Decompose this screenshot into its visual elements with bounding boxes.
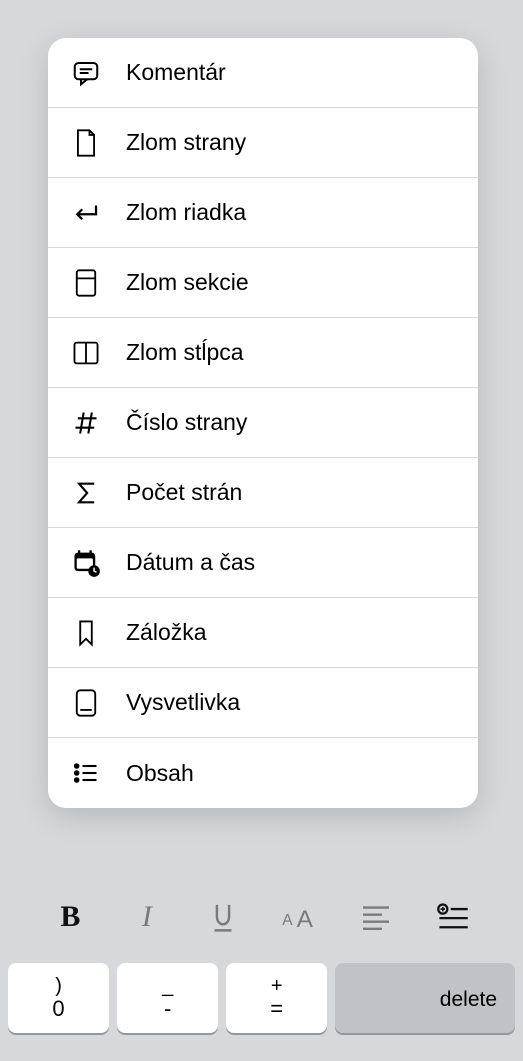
menu-item-toc[interactable]: Obsah	[48, 738, 478, 808]
menu-item-line-break[interactable]: Zlom riadka	[48, 178, 478, 248]
menu-item-label: Záložka	[126, 619, 207, 646]
section-break-icon	[68, 265, 104, 301]
menu-item-label: Dátum a čas	[126, 549, 255, 576]
menu-item-label: Komentár	[126, 59, 226, 86]
calendar-clock-icon	[68, 545, 104, 581]
menu-item-label: Zlom strany	[126, 129, 246, 156]
menu-item-page-count[interactable]: Počet strán	[48, 458, 478, 528]
list-icon	[68, 755, 104, 791]
menu-item-section-break[interactable]: Zlom sekcie	[48, 248, 478, 318]
menu-item-footnote[interactable]: Vysvetlivka	[48, 668, 478, 738]
format-toolbar: B I A A	[0, 881, 523, 953]
italic-button[interactable]: I	[123, 893, 171, 941]
menu-item-comment[interactable]: Komentár	[48, 38, 478, 108]
keyboard-row: ) 0 _ - + = delete	[0, 953, 523, 1061]
underline-button[interactable]	[199, 893, 247, 941]
key-bottom-label: =	[270, 997, 283, 1021]
svg-text:A: A	[296, 906, 313, 932]
key-0[interactable]: ) 0	[8, 963, 109, 1033]
menu-item-page-break[interactable]: Zlom strany	[48, 108, 478, 178]
key-minus[interactable]: _ -	[117, 963, 218, 1033]
column-break-icon	[68, 335, 104, 371]
key-equals[interactable]: + =	[226, 963, 327, 1033]
menu-item-bookmark[interactable]: Záložka	[48, 598, 478, 668]
key-top-label: )	[55, 975, 62, 997]
menu-item-label: Zlom stĺpca	[126, 339, 244, 366]
key-bottom-label: 0	[52, 997, 64, 1021]
menu-item-column-break[interactable]: Zlom stĺpca	[48, 318, 478, 388]
menu-item-page-number[interactable]: Číslo strany	[48, 388, 478, 458]
comment-icon	[68, 55, 104, 91]
footnote-icon	[68, 685, 104, 721]
align-button[interactable]	[352, 893, 400, 941]
menu-item-label: Počet strán	[126, 479, 242, 506]
bold-button[interactable]: B	[46, 893, 94, 941]
menu-item-label: Zlom riadka	[126, 199, 246, 226]
key-top-label: _	[162, 975, 173, 997]
menu-item-label: Obsah	[126, 760, 194, 787]
key-top-label: +	[271, 975, 283, 997]
menu-item-label: Zlom sekcie	[126, 269, 249, 296]
font-button[interactable]: A A	[276, 893, 324, 941]
key-label: delete	[440, 988, 497, 1011]
insert-menu-popover: Komentár Zlom strany Zlom riadka Zlom se…	[48, 38, 478, 808]
hash-icon	[68, 405, 104, 441]
insert-button[interactable]	[429, 893, 477, 941]
bookmark-icon	[68, 615, 104, 651]
sigma-icon	[68, 475, 104, 511]
svg-text:A: A	[282, 912, 293, 929]
key-delete[interactable]: delete	[335, 963, 515, 1033]
line-break-icon	[68, 195, 104, 231]
menu-item-label: Vysvetlivka	[126, 689, 240, 716]
key-bottom-label: -	[164, 997, 171, 1021]
menu-item-date-time[interactable]: Dátum a čas	[48, 528, 478, 598]
page-break-icon	[68, 125, 104, 161]
menu-item-label: Číslo strany	[126, 409, 247, 436]
